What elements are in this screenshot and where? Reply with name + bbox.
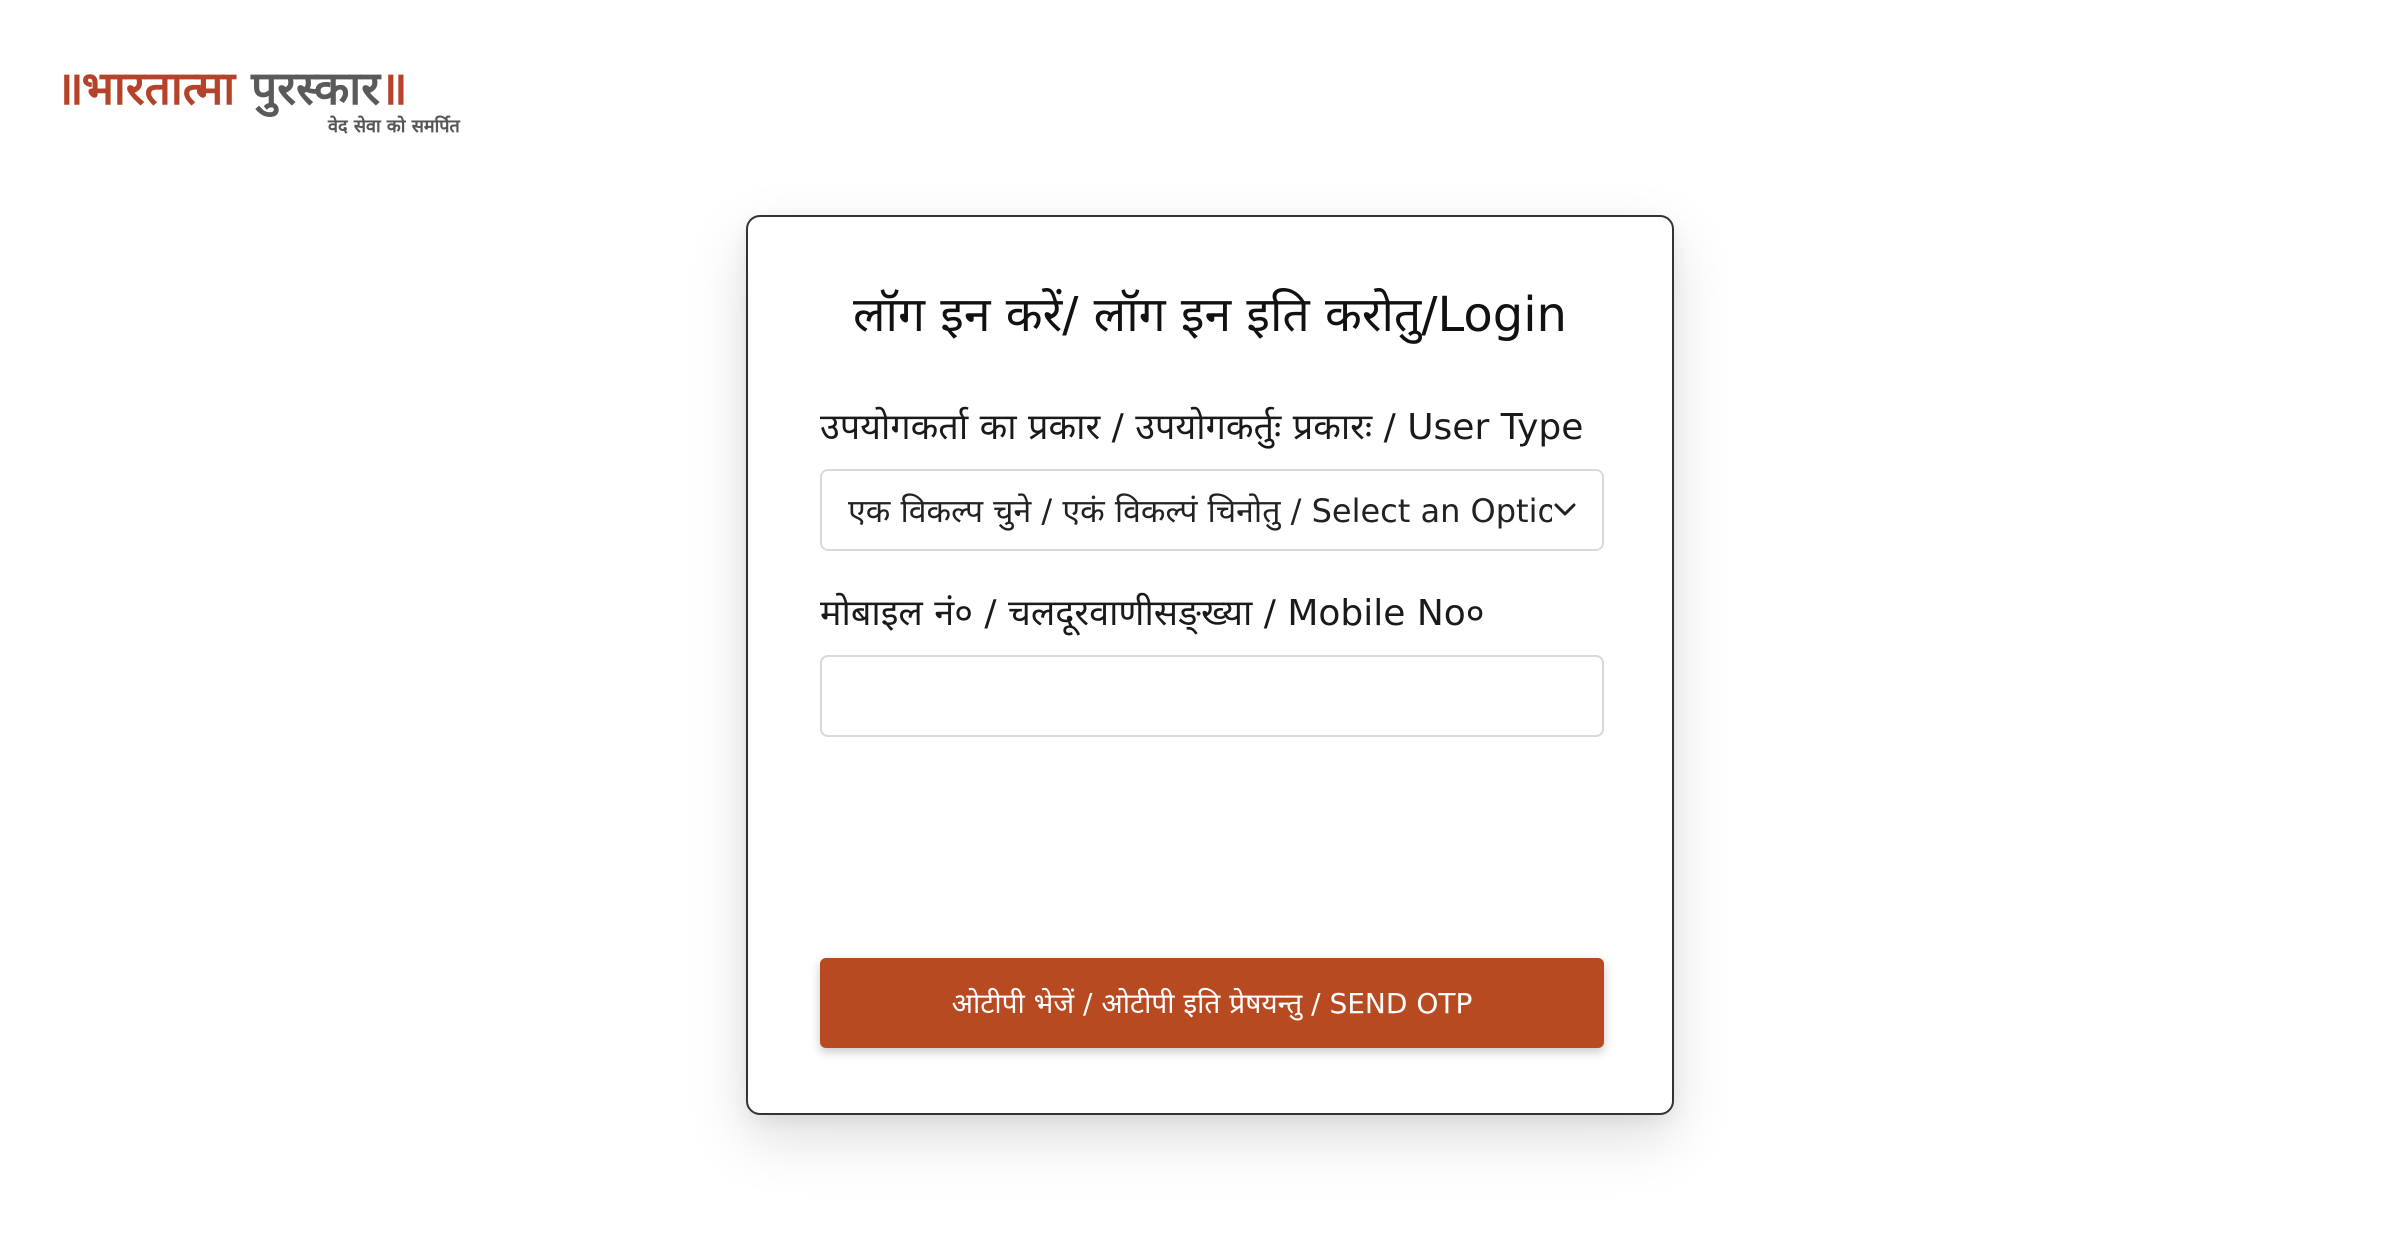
logo-bars-right: ॥	[380, 61, 408, 115]
mobile-number-input[interactable]	[820, 655, 1604, 737]
logo-bars-left: ॥	[56, 61, 84, 115]
logo-word-puraskar: पुरस्कार	[251, 61, 381, 115]
logo-wordmark: ॥भारतात्मा पुरस्कार॥	[56, 58, 408, 118]
user-type-selected-value: एक विकल्प चुने / एकं विकल्पं चिनोतु / Se…	[848, 491, 1552, 530]
brand-logo[interactable]: ॥भारतात्मा पुरस्कार॥ वेद सेवा को समर्पित	[56, 58, 536, 142]
user-type-label: उपयोगकर्ता का प्रकार / उपयोगकर्तुः प्रका…	[820, 407, 1584, 448]
mobile-number-label: मोबाइल नं० / चलदूरवाणीसङ्ख्या / Mobile N…	[820, 593, 1485, 634]
send-otp-button[interactable]: ओटीपी भेजें / ओटीपी इति प्रेषयन्तु / SEN…	[820, 958, 1604, 1048]
user-type-select[interactable]: एक विकल्प चुने / एकं विकल्पं चिनोतु / Se…	[820, 469, 1604, 551]
login-title: लॉग इन करें/ लॉग इन इति करोतु/Login	[853, 287, 1567, 343]
logo-tagline: वेद सेवा को समर्पित	[328, 116, 460, 137]
login-page: ॥भारतात्मा पुरस्कार॥ वेद सेवा को समर्पित…	[0, 0, 2400, 1256]
login-card: लॉग इन करें/ लॉग इन इति करोतु/Login उपयो…	[746, 215, 1674, 1115]
chevron-down-icon	[1552, 497, 1578, 523]
logo-word-bharatatma: भारतात्मा	[81, 61, 236, 115]
